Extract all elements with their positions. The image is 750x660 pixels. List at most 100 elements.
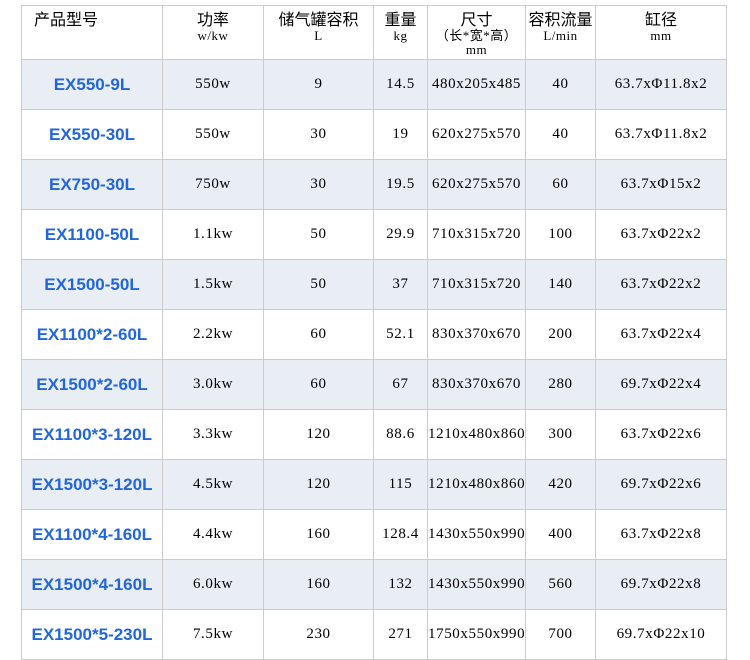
bore-cell: 63.7xΦ22x6 <box>596 410 727 460</box>
size-cell: 710x315x720 <box>428 210 526 260</box>
flow-cell: 60 <box>526 160 596 210</box>
column-unit: w/kw <box>163 29 263 43</box>
bore-cell: 69.7xΦ22x10 <box>596 610 727 660</box>
column-header-flow: 容积流量L/min <box>526 6 596 60</box>
flow-cell: 560 <box>526 560 596 610</box>
power-cell: 4.4kw <box>163 510 264 560</box>
power-cell: 550w <box>163 60 264 110</box>
size-cell: 620x275x570 <box>428 110 526 160</box>
power-cell: 4.5kw <box>163 460 264 510</box>
tank-cell: 60 <box>264 310 374 360</box>
flow-cell: 40 <box>526 60 596 110</box>
column-unit: mm <box>428 43 525 57</box>
weight-cell: 115 <box>374 460 428 510</box>
model-link[interactable]: EX1100*4-160L <box>22 510 163 560</box>
weight-cell: 14.5 <box>374 60 428 110</box>
table-row: EX750-30L750w3019.5620x275x5706063.7xΦ15… <box>22 160 727 210</box>
flow-cell: 40 <box>526 110 596 160</box>
power-cell: 1.1kw <box>163 210 264 260</box>
column-title: 缸径 <box>596 12 726 29</box>
power-cell: 7.5kw <box>163 610 264 660</box>
table-row: EX1100-50L1.1kw5029.9710x315x72010063.7x… <box>22 210 727 260</box>
weight-cell: 37 <box>374 260 428 310</box>
model-link[interactable]: EX1100*2-60L <box>22 310 163 360</box>
tank-cell: 160 <box>264 510 374 560</box>
power-cell: 3.0kw <box>163 360 264 410</box>
column-title: 产品型号 <box>34 12 162 29</box>
column-unit: L <box>264 29 373 43</box>
model-link[interactable]: EX1100-50L <box>22 210 163 260</box>
tank-cell: 30 <box>264 160 374 210</box>
size-cell: 1430x550x990 <box>428 510 526 560</box>
size-cell: 1750x550x990 <box>428 610 526 660</box>
flow-cell: 280 <box>526 360 596 410</box>
model-link[interactable]: EX1500*5-230L <box>22 610 163 660</box>
model-link[interactable]: EX1500*2-60L <box>22 360 163 410</box>
weight-cell: 88.6 <box>374 410 428 460</box>
column-header-size: 尺寸（长*宽*高）mm <box>428 6 526 60</box>
tank-cell: 120 <box>264 410 374 460</box>
model-link[interactable]: EX1500*3-120L <box>22 460 163 510</box>
column-unit: kg <box>374 29 427 43</box>
model-link[interactable]: EX550-30L <box>22 110 163 160</box>
flow-cell: 300 <box>526 410 596 460</box>
table-row: EX550-9L550w914.5480x205x4854063.7xΦ11.8… <box>22 60 727 110</box>
weight-cell: 52.1 <box>374 310 428 360</box>
bore-cell: 63.7xΦ15x2 <box>596 160 727 210</box>
weight-cell: 67 <box>374 360 428 410</box>
tank-cell: 50 <box>264 210 374 260</box>
bore-cell: 63.7xΦ22x2 <box>596 210 727 260</box>
table-row: EX1500*4-160L6.0kw1601321430x550x9905606… <box>22 560 727 610</box>
column-unit: （长*宽*高） <box>428 29 525 43</box>
table-body: EX550-9L550w914.5480x205x4854063.7xΦ11.8… <box>22 60 727 660</box>
table-row: EX1500*3-120L4.5kw1201151210x480x8604206… <box>22 460 727 510</box>
flow-cell: 700 <box>526 610 596 660</box>
size-cell: 1210x480x860 <box>428 460 526 510</box>
weight-cell: 271 <box>374 610 428 660</box>
column-header-power: 功率w/kw <box>163 6 264 60</box>
power-cell: 1.5kw <box>163 260 264 310</box>
model-link[interactable]: EX550-9L <box>22 60 163 110</box>
tank-cell: 50 <box>264 260 374 310</box>
flow-cell: 420 <box>526 460 596 510</box>
column-header-bore: 缸径mm <box>596 6 727 60</box>
flow-cell: 140 <box>526 260 596 310</box>
model-link[interactable]: EX1100*3-120L <box>22 410 163 460</box>
column-header-weight: 重量kg <box>374 6 428 60</box>
bore-cell: 63.7xΦ22x4 <box>596 310 727 360</box>
power-cell: 6.0kw <box>163 560 264 610</box>
column-unit: mm <box>596 29 726 43</box>
bore-cell: 63.7xΦ22x8 <box>596 510 727 560</box>
weight-cell: 128.4 <box>374 510 428 560</box>
column-unit: L/min <box>526 29 595 43</box>
tank-cell: 60 <box>264 360 374 410</box>
column-title: 重量 <box>374 12 427 29</box>
power-cell: 550w <box>163 110 264 160</box>
weight-cell: 19.5 <box>374 160 428 210</box>
size-cell: 620x275x570 <box>428 160 526 210</box>
size-cell: 830x370x670 <box>428 310 526 360</box>
table-header-row: 产品型号功率w/kw储气罐容积L重量kg尺寸（长*宽*高）mm容积流量L/min… <box>22 6 727 60</box>
model-link[interactable]: EX750-30L <box>22 160 163 210</box>
tank-cell: 30 <box>264 110 374 160</box>
table-row: EX1100*3-120L3.3kw12088.61210x480x860300… <box>22 410 727 460</box>
table-row: EX550-30L550w3019620x275x5704063.7xΦ11.8… <box>22 110 727 160</box>
product-spec-table: 产品型号功率w/kw储气罐容积L重量kg尺寸（长*宽*高）mm容积流量L/min… <box>21 5 727 660</box>
size-cell: 710x315x720 <box>428 260 526 310</box>
tank-cell: 160 <box>264 560 374 610</box>
column-header-tank: 储气罐容积L <box>264 6 374 60</box>
size-cell: 1210x480x860 <box>428 410 526 460</box>
column-title: 功率 <box>163 12 263 29</box>
tank-cell: 230 <box>264 610 374 660</box>
flow-cell: 200 <box>526 310 596 360</box>
model-link[interactable]: EX1500*4-160L <box>22 560 163 610</box>
bore-cell: 63.7xΦ11.8x2 <box>596 110 727 160</box>
table-row: EX1100*2-60L2.2kw6052.1830x370x67020063.… <box>22 310 727 360</box>
power-cell: 2.2kw <box>163 310 264 360</box>
weight-cell: 132 <box>374 560 428 610</box>
bore-cell: 63.7xΦ11.8x2 <box>596 60 727 110</box>
bore-cell: 69.7xΦ22x4 <box>596 360 727 410</box>
model-link[interactable]: EX1500-50L <box>22 260 163 310</box>
tank-cell: 9 <box>264 60 374 110</box>
weight-cell: 29.9 <box>374 210 428 260</box>
